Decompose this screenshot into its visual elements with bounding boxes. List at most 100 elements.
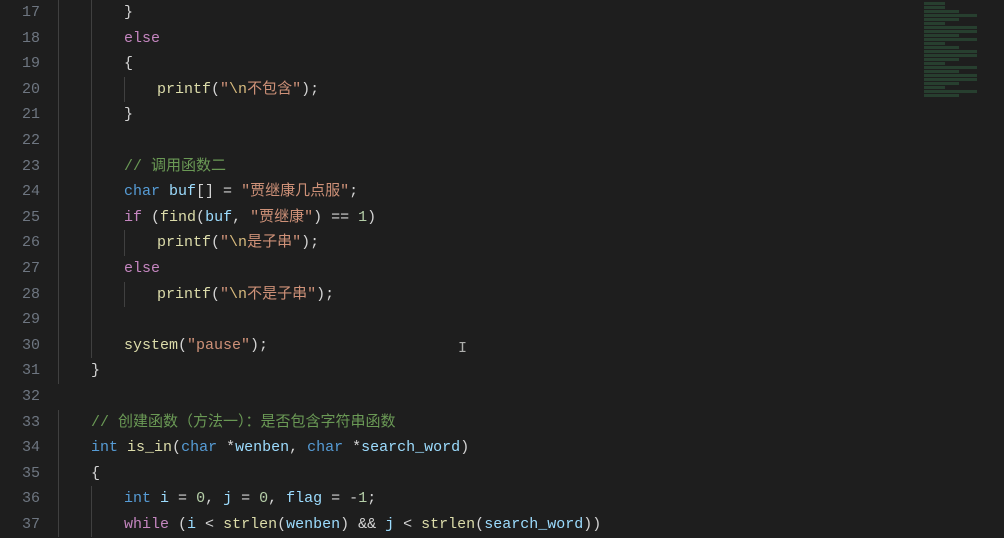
- code-line[interactable]: int is_in(char *wenben, char *search_wor…: [58, 435, 1004, 461]
- token-op: = -: [322, 490, 358, 507]
- token-brace: }: [124, 106, 133, 123]
- token-op: (: [178, 337, 187, 354]
- code-line[interactable]: char buf[] = "贾继康几点服";: [58, 179, 1004, 205]
- token-op: ,: [268, 490, 286, 507]
- code-line[interactable]: system("pause");: [58, 333, 1004, 359]
- line-number: 25: [0, 205, 40, 231]
- code-line[interactable]: printf("\n是子串");: [58, 230, 1004, 256]
- token-var: search_word: [361, 439, 460, 456]
- token-op: (: [196, 209, 205, 226]
- token-op: (: [211, 234, 220, 251]
- token-op: ;: [367, 490, 376, 507]
- line-number-gutter: 1718192021222324252627282930313233343536…: [0, 0, 58, 538]
- token-op: ,: [205, 490, 223, 507]
- token-op: (: [475, 516, 484, 533]
- token-type: int: [91, 439, 118, 456]
- token-func: find: [160, 209, 196, 226]
- token-func: printf: [157, 81, 211, 98]
- token-keyword: while: [124, 516, 169, 533]
- token-type: int: [124, 490, 151, 507]
- token-string: ": [220, 286, 229, 303]
- token-op: ,: [289, 439, 307, 456]
- code-line[interactable]: {: [58, 51, 1004, 77]
- code-line[interactable]: // 调用函数二: [58, 154, 1004, 180]
- code-line[interactable]: // 创建函数（方法一）：是否包含字符串函数: [58, 410, 1004, 436]
- line-number: 26: [0, 230, 40, 256]
- code-line[interactable]: }: [58, 0, 1004, 26]
- token-keyword: else: [124, 260, 160, 277]
- text-cursor-icon: I: [458, 340, 459, 358]
- token-type: char: [307, 439, 343, 456]
- code-line[interactable]: else: [58, 256, 1004, 282]
- line-number: 34: [0, 435, 40, 461]
- token-num: 0: [259, 490, 268, 507]
- token-op: =: [232, 490, 259, 507]
- line-number: 18: [0, 26, 40, 52]
- token-op: ;: [349, 183, 358, 200]
- code-line[interactable]: printf("\n不包含");: [58, 77, 1004, 103]
- token-type: char: [181, 439, 217, 456]
- token-func: strlen: [421, 516, 475, 533]
- token-keyword: else: [124, 30, 160, 47]
- token-op: (: [277, 516, 286, 533]
- token-var: wenben: [235, 439, 289, 456]
- line-number: 31: [0, 358, 40, 384]
- token-op: );: [301, 81, 319, 98]
- code-line[interactable]: else: [58, 26, 1004, 52]
- token-op: [118, 439, 127, 456]
- token-brace: {: [91, 465, 100, 482]
- line-number: 20: [0, 77, 40, 103]
- line-number: 36: [0, 486, 40, 512]
- token-comment: // 创建函数（方法一）：是否包含字符串函数: [91, 414, 396, 431]
- token-op: ): [367, 209, 376, 226]
- token-op: =: [169, 490, 196, 507]
- line-number: 21: [0, 102, 40, 128]
- code-line[interactable]: if (find(buf, "贾继康") == 1): [58, 205, 1004, 231]
- code-area[interactable]: I }else{printf("\n不包含");}// 调用函数二char bu…: [58, 0, 1004, 538]
- token-op: (: [211, 286, 220, 303]
- token-var: flag: [286, 490, 322, 507]
- token-op: ) ==: [313, 209, 358, 226]
- token-func: printf: [157, 234, 211, 251]
- token-op: );: [250, 337, 268, 354]
- token-var: wenben: [286, 516, 340, 533]
- token-op: );: [316, 286, 334, 303]
- code-line[interactable]: }: [58, 358, 1004, 384]
- token-string: "贾继康": [250, 209, 313, 226]
- token-func: strlen: [223, 516, 277, 533]
- token-brace: }: [91, 362, 100, 379]
- code-line[interactable]: {: [58, 461, 1004, 487]
- line-number: 24: [0, 179, 40, 205]
- token-op: ): [460, 439, 469, 456]
- token-func: printf: [157, 286, 211, 303]
- line-number: 33: [0, 410, 40, 436]
- code-line[interactable]: printf("\n不是子串");: [58, 282, 1004, 308]
- code-line[interactable]: int i = 0, j = 0, flag = -1;: [58, 486, 1004, 512]
- token-string: "pause": [187, 337, 250, 354]
- line-number: 22: [0, 128, 40, 154]
- token-escape: \n: [229, 286, 247, 303]
- code-line[interactable]: [58, 128, 1004, 154]
- code-line[interactable]: [58, 307, 1004, 333]
- code-line[interactable]: while (i < strlen(wenben) && j < strlen(…: [58, 512, 1004, 538]
- code-line[interactable]: }: [58, 102, 1004, 128]
- token-string: ": [220, 81, 229, 98]
- token-op: *: [217, 439, 235, 456]
- vertical-scrollbar[interactable]: [990, 0, 1004, 538]
- token-op: [160, 183, 169, 200]
- token-escape: \n: [229, 234, 247, 251]
- code-editor[interactable]: 1718192021222324252627282930313233343536…: [0, 0, 1004, 538]
- line-number: 27: [0, 256, 40, 282]
- token-num: 0: [196, 490, 205, 507]
- token-op: (: [169, 516, 187, 533]
- token-op: );: [301, 234, 319, 251]
- code-line[interactable]: [58, 384, 1004, 410]
- token-string: "贾继康几点服": [241, 183, 349, 200]
- token-op: <: [394, 516, 421, 533]
- token-string: ": [220, 234, 229, 251]
- token-num: 1: [358, 209, 367, 226]
- token-func: system: [124, 337, 178, 354]
- line-number: 30: [0, 333, 40, 359]
- token-op: [] =: [196, 183, 241, 200]
- token-brace: }: [124, 4, 133, 21]
